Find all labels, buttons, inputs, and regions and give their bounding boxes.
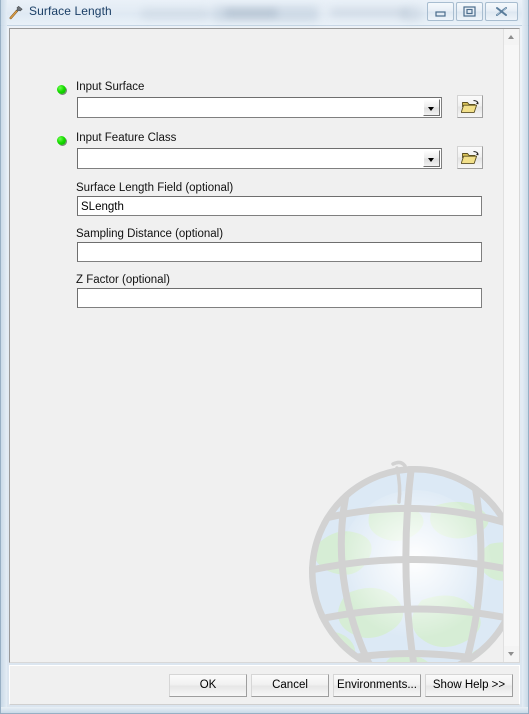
label-z-factor: Z Factor (optional) bbox=[76, 274, 170, 286]
environments-button[interactable]: Environments... bbox=[333, 674, 421, 697]
glass-blur-artifact bbox=[224, 9, 278, 17]
required-indicator-icon bbox=[57, 136, 66, 145]
chevron-down-icon[interactable] bbox=[423, 150, 440, 167]
scrollbar-track[interactable] bbox=[504, 45, 519, 646]
restore-button[interactable] bbox=[456, 2, 483, 21]
open-folder-icon bbox=[461, 151, 479, 164]
show-help-button[interactable]: Show Help >> bbox=[425, 674, 513, 697]
input-feature-class-combobox[interactable] bbox=[77, 148, 442, 169]
cancel-button[interactable]: Cancel bbox=[251, 674, 329, 697]
required-indicator-icon bbox=[57, 85, 66, 94]
panel-scrollbar[interactable] bbox=[503, 29, 519, 662]
minimize-button[interactable] bbox=[427, 2, 454, 21]
glass-blur-artifact bbox=[330, 8, 410, 17]
surface-length-field-input[interactable]: SLength bbox=[77, 196, 482, 216]
sampling-distance-input[interactable] bbox=[77, 242, 482, 262]
surface-length-dialog-window: Surface Length Input Surface Input Featu… bbox=[0, 0, 529, 714]
input-surface-combobox[interactable] bbox=[77, 97, 442, 118]
glass-blur-artifact bbox=[140, 8, 210, 20]
input-surface-browse-button[interactable] bbox=[457, 95, 483, 118]
input-feature-class-browse-button[interactable] bbox=[457, 146, 483, 169]
close-button[interactable] bbox=[485, 2, 518, 21]
scroll-down-arrow-icon[interactable] bbox=[504, 646, 519, 662]
label-input-surface: Input Surface bbox=[76, 81, 145, 93]
label-sampling-distance: Sampling Distance (optional) bbox=[76, 228, 224, 240]
window-frame-left bbox=[1, 0, 7, 714]
window-title: Surface Length bbox=[29, 4, 112, 18]
chevron-down-icon[interactable] bbox=[423, 99, 440, 116]
title-bar[interactable]: Surface Length bbox=[0, 0, 529, 26]
z-factor-input[interactable] bbox=[77, 288, 482, 308]
label-surface-length-field: Surface Length Field (optional) bbox=[76, 182, 234, 194]
globe-watermark bbox=[309, 460, 504, 662]
parameter-panel-content: Input Surface Input Feature Class Surfac… bbox=[10, 29, 504, 662]
ok-button[interactable]: OK bbox=[169, 674, 247, 697]
scroll-up-arrow-icon[interactable] bbox=[504, 29, 519, 45]
dialog-button-bar: OK Cancel Environments... Show Help >> bbox=[9, 665, 520, 705]
hammer-tool-icon bbox=[7, 4, 25, 22]
label-input-feature-class: Input Feature Class bbox=[76, 132, 177, 144]
parameter-panel: Input Surface Input Feature Class Surfac… bbox=[9, 28, 520, 663]
window-border-left bbox=[0, 0, 1, 714]
open-folder-icon bbox=[461, 100, 479, 113]
